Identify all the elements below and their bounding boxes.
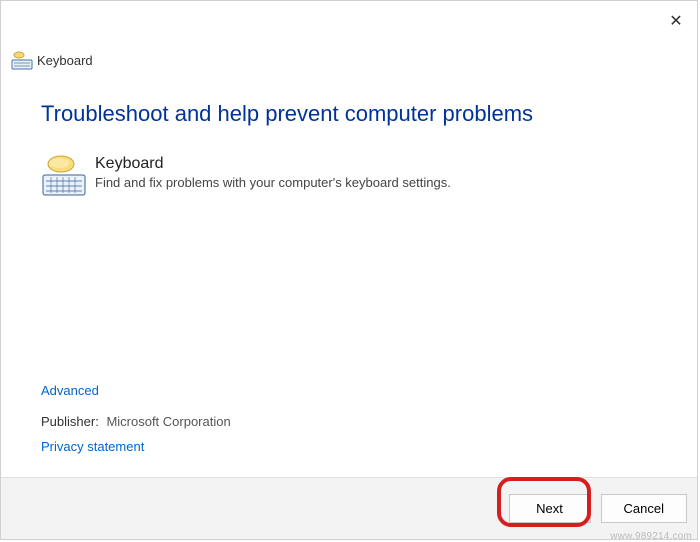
advanced-link[interactable]: Advanced — [41, 383, 231, 398]
header-keyboard-label: Keyboard — [11, 51, 93, 69]
titlebar: ✕ — [1, 1, 697, 41]
keyboard-icon — [11, 51, 31, 69]
item-title: Keyboard — [95, 155, 451, 173]
page-heading: Troubleshoot and help prevent computer p… — [41, 101, 657, 127]
publisher-line: Publisher: Microsoft Corporation — [41, 414, 231, 429]
content-area: Troubleshoot and help prevent computer p… — [41, 101, 657, 197]
item-text: Keyboard Find and fix problems with your… — [95, 155, 451, 190]
close-icon: ✕ — [669, 11, 682, 31]
troubleshooter-item: Keyboard Find and fix problems with your… — [41, 155, 657, 197]
publisher-value: Microsoft Corporation — [106, 414, 230, 429]
button-bar: Next Cancel — [1, 477, 697, 539]
troubleshooter-window: ✕ Keyboard Troubleshoot and help prevent… — [0, 0, 698, 540]
cancel-button[interactable]: Cancel — [601, 494, 687, 523]
keyboard-large-icon — [41, 155, 83, 197]
privacy-link[interactable]: Privacy statement — [41, 439, 231, 454]
next-button[interactable]: Next — [509, 494, 591, 523]
links-section: Advanced Publisher: Microsoft Corporatio… — [41, 383, 231, 470]
publisher-label: Publisher: — [41, 414, 99, 429]
item-description: Find and fix problems with your computer… — [95, 175, 451, 190]
header-title: Keyboard — [37, 53, 93, 68]
close-button[interactable]: ✕ — [661, 7, 691, 35]
watermark-text: www.989214.com — [610, 531, 692, 542]
